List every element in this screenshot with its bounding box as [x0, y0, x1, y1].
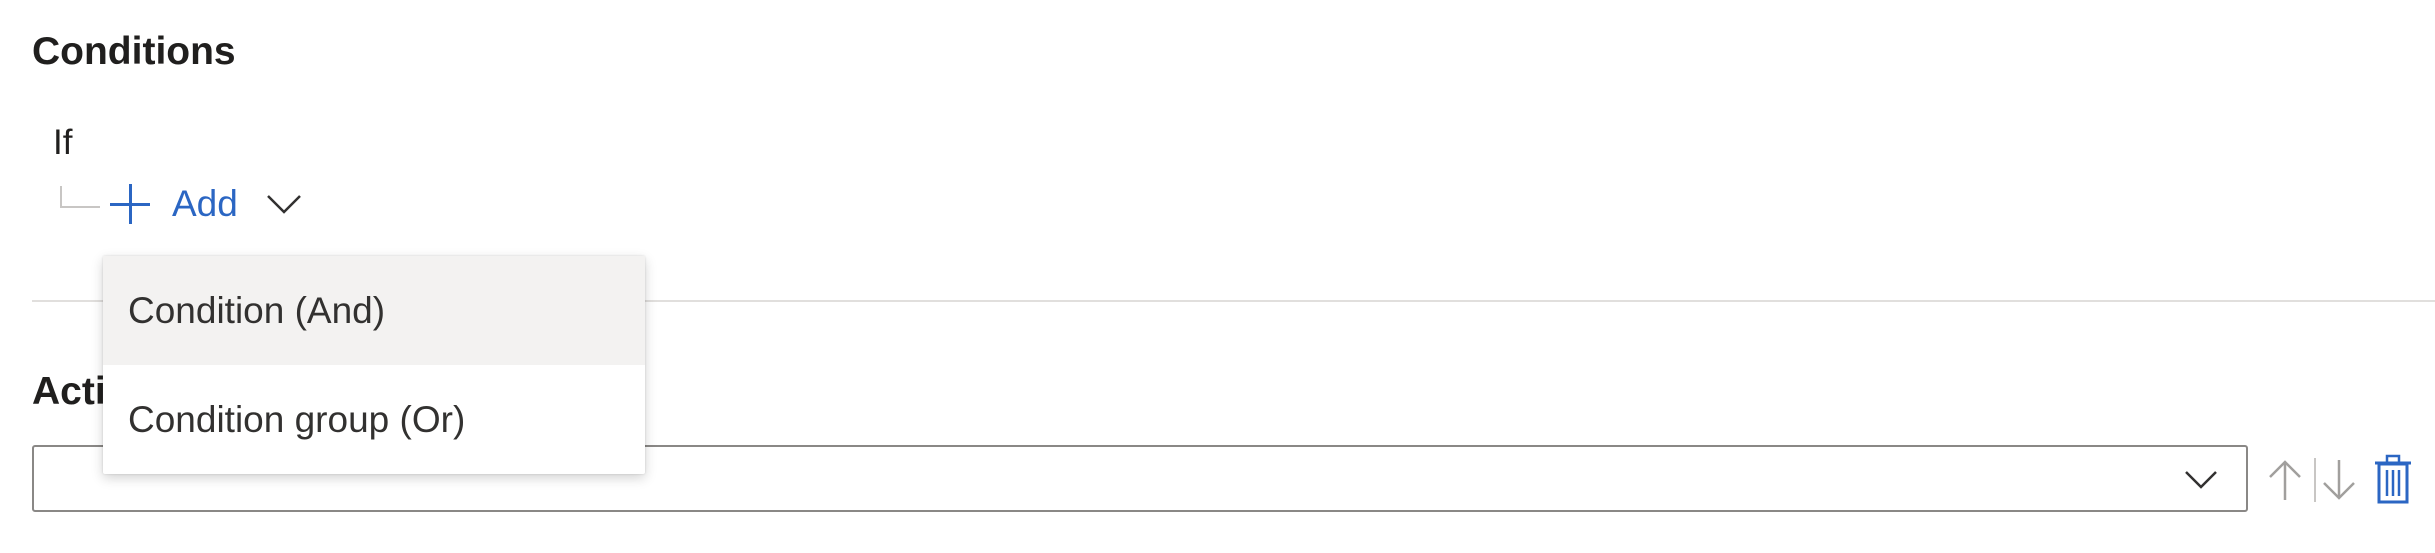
arrow-up-icon: [2269, 460, 2301, 500]
move-up-button[interactable]: [2266, 453, 2304, 507]
plus-icon: [108, 182, 152, 226]
delete-button[interactable]: [2372, 453, 2414, 507]
menu-item-condition-and[interactable]: Condition (And): [103, 256, 645, 365]
chevron-down-icon[interactable]: [264, 184, 304, 224]
add-label: Add: [172, 183, 238, 224]
add-condition-button[interactable]: Add: [108, 176, 304, 232]
if-label: If: [53, 123, 73, 162]
tree-connector: [60, 186, 100, 208]
trash-icon: [2375, 454, 2411, 504]
icon-separator: [2314, 458, 2316, 502]
add-menu: Condition (And) Condition group (Or): [103, 256, 645, 474]
move-down-button[interactable]: [2320, 453, 2358, 507]
arrow-down-icon: [2323, 460, 2355, 500]
chevron-down-icon: [2185, 471, 2217, 489]
menu-item-condition-group-or[interactable]: Condition group (Or): [103, 365, 645, 474]
conditions-title: Conditions: [32, 30, 236, 73]
page: Conditions If Add Actions: [0, 0, 2435, 553]
